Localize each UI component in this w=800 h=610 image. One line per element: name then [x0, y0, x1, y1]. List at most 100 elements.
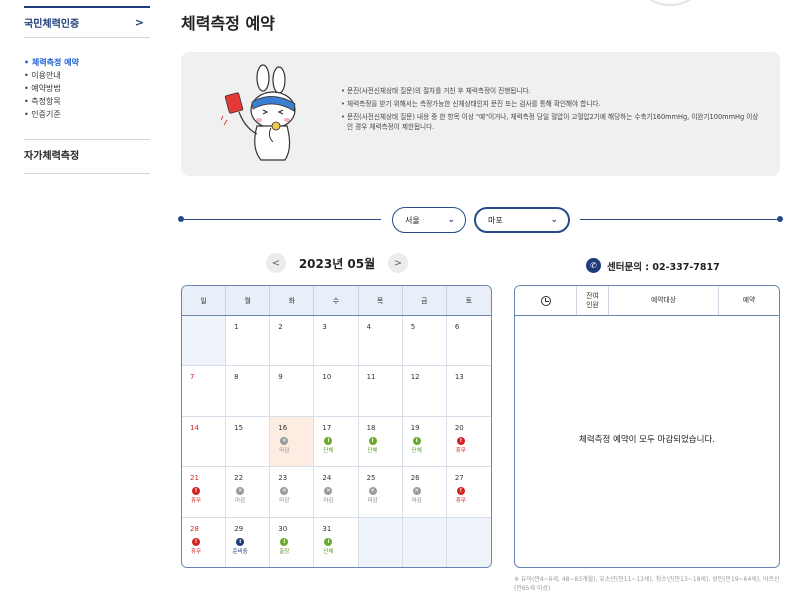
calendar-day-cell[interactable]: 24 ✕ 마감 [314, 467, 359, 518]
calendar-day-cell[interactable]: 8 [226, 366, 271, 417]
sidebar-subitem-reservation[interactable]: 체력측정 예약 [24, 56, 150, 69]
weekday-sat: 토 [465, 296, 473, 305]
status-label: 휴무 [190, 498, 202, 505]
calendar-day-cell[interactable]: 11 [358, 366, 403, 417]
alert-circle-icon: ! [192, 487, 200, 496]
calendar-day-number: 3 [322, 323, 327, 331]
calendar-day-cell[interactable]: 4 [358, 316, 403, 367]
calendar-day-cell[interactable]: 10 [314, 366, 359, 417]
month-label: 2023년 05월 [298, 256, 376, 271]
calendar-day-cell[interactable]: 27! 휴무 [446, 467, 491, 518]
calendar-day-cell[interactable]: 23 ✕ 마감 [270, 467, 315, 518]
sidebar: 국민체력인증 > 체력측정 예약 이용안내 예약방법 측정항목 인증기준 자가체… [24, 0, 150, 174]
calendar-day-cell[interactable]: 17 i 단체 [314, 416, 359, 468]
mascot-referee-rabbit-icon [221, 64, 296, 161]
status-badge-closed: ✕ 마감 [409, 487, 425, 504]
sidebar-subitem-method[interactable]: 예약방법 [24, 82, 150, 95]
calendar-day-number: 10 [322, 373, 332, 382]
alert-circle-icon: ! [456, 436, 465, 445]
prev-month-button[interactable]: < [266, 253, 286, 273]
clock-icon [540, 295, 551, 306]
info-circle-icon: i [324, 436, 333, 445]
status-badge-closed: ✕ 마감 [276, 436, 292, 454]
status-badge-group: i 단체 [320, 436, 336, 454]
calendar-day-cell[interactable]: 1 [226, 316, 271, 367]
calendar-day-number: 25 [366, 474, 376, 483]
weekday-thu: 목 [359, 286, 403, 315]
calendar-day-cell[interactable]: 18 i 단체 [358, 416, 403, 468]
calendar-day-cell[interactable]: 30 i 출장 [270, 517, 315, 567]
status-label: 마감 [323, 498, 334, 505]
close-circle-icon: ✕ [280, 436, 289, 445]
sidebar-item-self-measurement[interactable]: 자가체력측정 [24, 140, 150, 174]
status-label: 마감 [367, 498, 378, 505]
calendar-day-cell[interactable]: 28! 휴무 [182, 517, 227, 567]
notice-item: 체력측정을 받기 위해서는 측정가능한 신체상태인지 문진 또는 검사를 통해 … [341, 99, 761, 109]
status-label: 출장 [279, 548, 290, 555]
city-select[interactable]: 서울 ⌄ [392, 207, 466, 233]
status-badge-preparing: i 준비중 [232, 537, 248, 555]
status-badge-closed: ✕ 마감 [320, 487, 336, 504]
calendar-day-cell[interactable]: 5 [402, 316, 447, 367]
calendar-day-number: 13 [454, 373, 464, 382]
calendar-day-cell[interactable]: 9 [270, 366, 315, 417]
status-badge-closed: ✕ 마감 [232, 487, 248, 504]
status-label: 휴무 [455, 447, 466, 454]
notice-list: 문진(사전신체상태 질문)의 절차를 거친 후 체력측정이 진행됩니다. 체력측… [341, 86, 761, 135]
calendar-day-cell[interactable]: 6 [446, 316, 491, 367]
phone-icon: ✆ [586, 258, 601, 273]
calendar-day-cell[interactable]: 26 ✕ 마감 [402, 467, 447, 518]
alert-circle-icon: ! [456, 487, 465, 496]
status-badge-holiday: ! 휴무 [188, 537, 204, 555]
calendar-day-cell[interactable]: 12 [402, 366, 447, 417]
calendar-empty-cell [402, 517, 447, 567]
calendar-day-cell[interactable]: 15 [226, 416, 271, 468]
calendar-empty-cell [182, 316, 227, 367]
calendar-grid: 1 2 3 4 5 6 7 8 9 10 11 12 13 14 15 16 ✕ 마감 17 i 단체 18 i 단체 19 i 단… [182, 316, 491, 567]
calendar-day-number: 22 [234, 474, 244, 483]
status-label: 마감 [411, 498, 422, 505]
district-select-value: 마포 [488, 215, 503, 225]
weekday-mon: 월 [226, 286, 271, 315]
calendar-day-cell[interactable]: 22 ✕ 마감 [226, 467, 271, 518]
close-circle-icon: ✕ [368, 487, 377, 496]
calendar-day-number: 18 [366, 423, 376, 432]
notice-box: 문진(사전신체상태 질문)의 절차를 거친 후 체력측정이 진행됩니다. 체력측… [181, 52, 780, 176]
center-contact: ✆ 센터문의 : 02-337-7817 [586, 258, 720, 273]
next-month-button[interactable]: > [387, 253, 408, 273]
weekday-fri: 금 [403, 286, 447, 315]
calendar-day-cell[interactable]: 20! 휴무 [446, 416, 491, 468]
calendar-day-number: 30 [278, 524, 288, 533]
calendar-day-cell[interactable]: 7 [182, 366, 227, 417]
calendar-day-number: 6 [454, 323, 460, 331]
status-label: 준비중 [232, 548, 248, 555]
calendar-day-number: 4 [366, 323, 372, 331]
calendar-day-cell[interactable]: 31 i 단체 [314, 517, 359, 567]
reserve-column-header: 예약 [742, 296, 756, 304]
status-badge-dispatch: i 출장 [276, 537, 292, 555]
status-badge-group: i 단체 [409, 436, 425, 454]
calendar-day-cell[interactable]: 13 [446, 366, 491, 417]
calendar-day-cell[interactable]: 16 ✕ 마감 [270, 416, 315, 468]
status-badge-holiday: ! 휴무 [453, 436, 469, 454]
calendar-day-cell[interactable]: 25 ✕ 마감 [358, 467, 403, 518]
reservation-table: 잔여 인원 예약대상 예약 체력측정 예약이 모두 마감되었습니다. [514, 285, 780, 568]
status-badge-holiday: ! 휴무 [188, 487, 204, 504]
calendar-day-cell[interactable]: 2 [270, 316, 315, 367]
district-select[interactable]: 마포 ⌄ [474, 207, 570, 233]
divider-dot-right [777, 216, 783, 222]
target-column-header: 예약대상 [609, 286, 719, 315]
sidebar-subitem-items[interactable]: 측정항목 [24, 95, 150, 108]
sidebar-subitem-criteria[interactable]: 인증기준 [24, 108, 150, 121]
calendar-day-cell[interactable]: 14 [182, 416, 227, 468]
calendar-day-cell[interactable]: 3 [314, 316, 359, 367]
sidebar-subitem-guide[interactable]: 이용안내 [24, 69, 150, 82]
status-label: 휴무 [190, 548, 202, 555]
calendar-day-cell[interactable]: 19 i 단체 [402, 416, 447, 468]
calendar-day-cell[interactable]: 29 i 준비중 [226, 517, 271, 567]
sidebar-submenu: 체력측정 예약 이용안내 예약방법 측정항목 인증기준 [24, 38, 150, 131]
sidebar-item-physical-certification[interactable]: 국민체력인증 > [24, 8, 150, 38]
calendar-day-number: 1 [234, 323, 239, 331]
calendar-day-cell[interactable]: 21! 휴무 [182, 467, 227, 518]
calendar-weekday-header: 일 월 화 수 목 금 토 [182, 286, 491, 316]
